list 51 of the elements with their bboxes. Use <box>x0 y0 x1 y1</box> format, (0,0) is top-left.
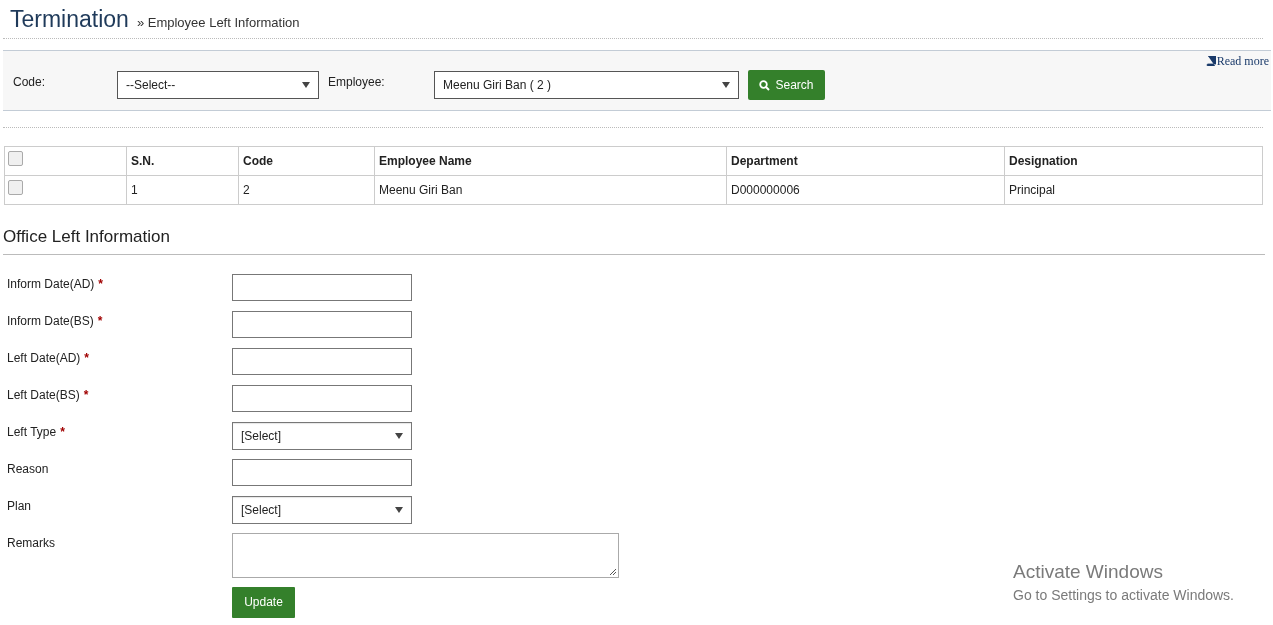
dropdown-caret-icon <box>395 432 403 439</box>
input-field[interactable] <box>232 384 412 412</box>
table-cell: 2 <box>238 175 375 205</box>
resize-handle-icon[interactable] <box>609 567 617 576</box>
input-field[interactable] <box>232 310 412 338</box>
page-title: Termination <box>10 5 129 34</box>
field-label: Left Date(AD) <box>7 349 81 367</box>
dropdown-caret-icon <box>722 82 730 88</box>
select-field[interactable]: [Select] <box>232 495 412 524</box>
field-label: Inform Date(BS) <box>7 312 94 330</box>
employee-select[interactable]: Meenu Giri Ban ( 2 ) <box>434 71 739 99</box>
activation-title: Activate Windows <box>1013 561 1164 583</box>
input-field[interactable] <box>232 458 412 486</box>
read-more-link[interactable]: Read more <box>1205 52 1269 70</box>
required-mark: * <box>60 423 65 441</box>
field-label: Plan <box>7 497 32 515</box>
table-cell: D000000006 <box>726 175 1005 205</box>
input-field[interactable] <box>232 347 412 375</box>
column-header: Code <box>238 146 375 176</box>
activation-message: Go to Settings to activate Windows. <box>1013 586 1234 605</box>
column-header: S.N. <box>126 146 239 176</box>
dropdown-caret-icon <box>395 506 403 513</box>
update-button[interactable]: Update <box>232 586 295 618</box>
checkbox[interactable] <box>8 180 23 195</box>
required-mark: * <box>84 349 90 367</box>
column-header: Designation <box>1004 146 1263 176</box>
table-cell: 1 <box>126 175 239 205</box>
table-cell: Meenu Giri Ban <box>374 175 727 205</box>
code-label: Code: <box>13 74 47 91</box>
field-label: Inform Date(AD) <box>7 275 95 293</box>
search-icon <box>759 79 771 91</box>
field-label: Left Date(BS) <box>7 386 80 404</box>
section-title: Office Left Information <box>3 224 1265 255</box>
required-mark: * <box>83 386 89 404</box>
field-label: Remarks <box>7 534 55 552</box>
code-select[interactable]: --Select-- <box>117 71 319 99</box>
breadcrumb: » Employee Left Information <box>136 14 300 32</box>
field-label: Reason <box>7 460 49 478</box>
employee-label: Employee: <box>328 74 386 91</box>
column-header: Department <box>726 146 1005 176</box>
textarea-field[interactable] <box>232 532 619 578</box>
field-label: Left Type <box>7 423 57 441</box>
required-mark: * <box>97 312 103 330</box>
search-button[interactable]: Search <box>748 70 825 100</box>
checkbox[interactable] <box>8 151 23 166</box>
table-cell: Principal <box>1004 175 1263 205</box>
select-field[interactable]: [Select] <box>232 421 412 450</box>
column-header: Employee Name <box>374 146 727 176</box>
dropdown-caret-icon <box>302 82 310 88</box>
input-field[interactable] <box>232 273 412 301</box>
required-mark: * <box>98 275 104 293</box>
